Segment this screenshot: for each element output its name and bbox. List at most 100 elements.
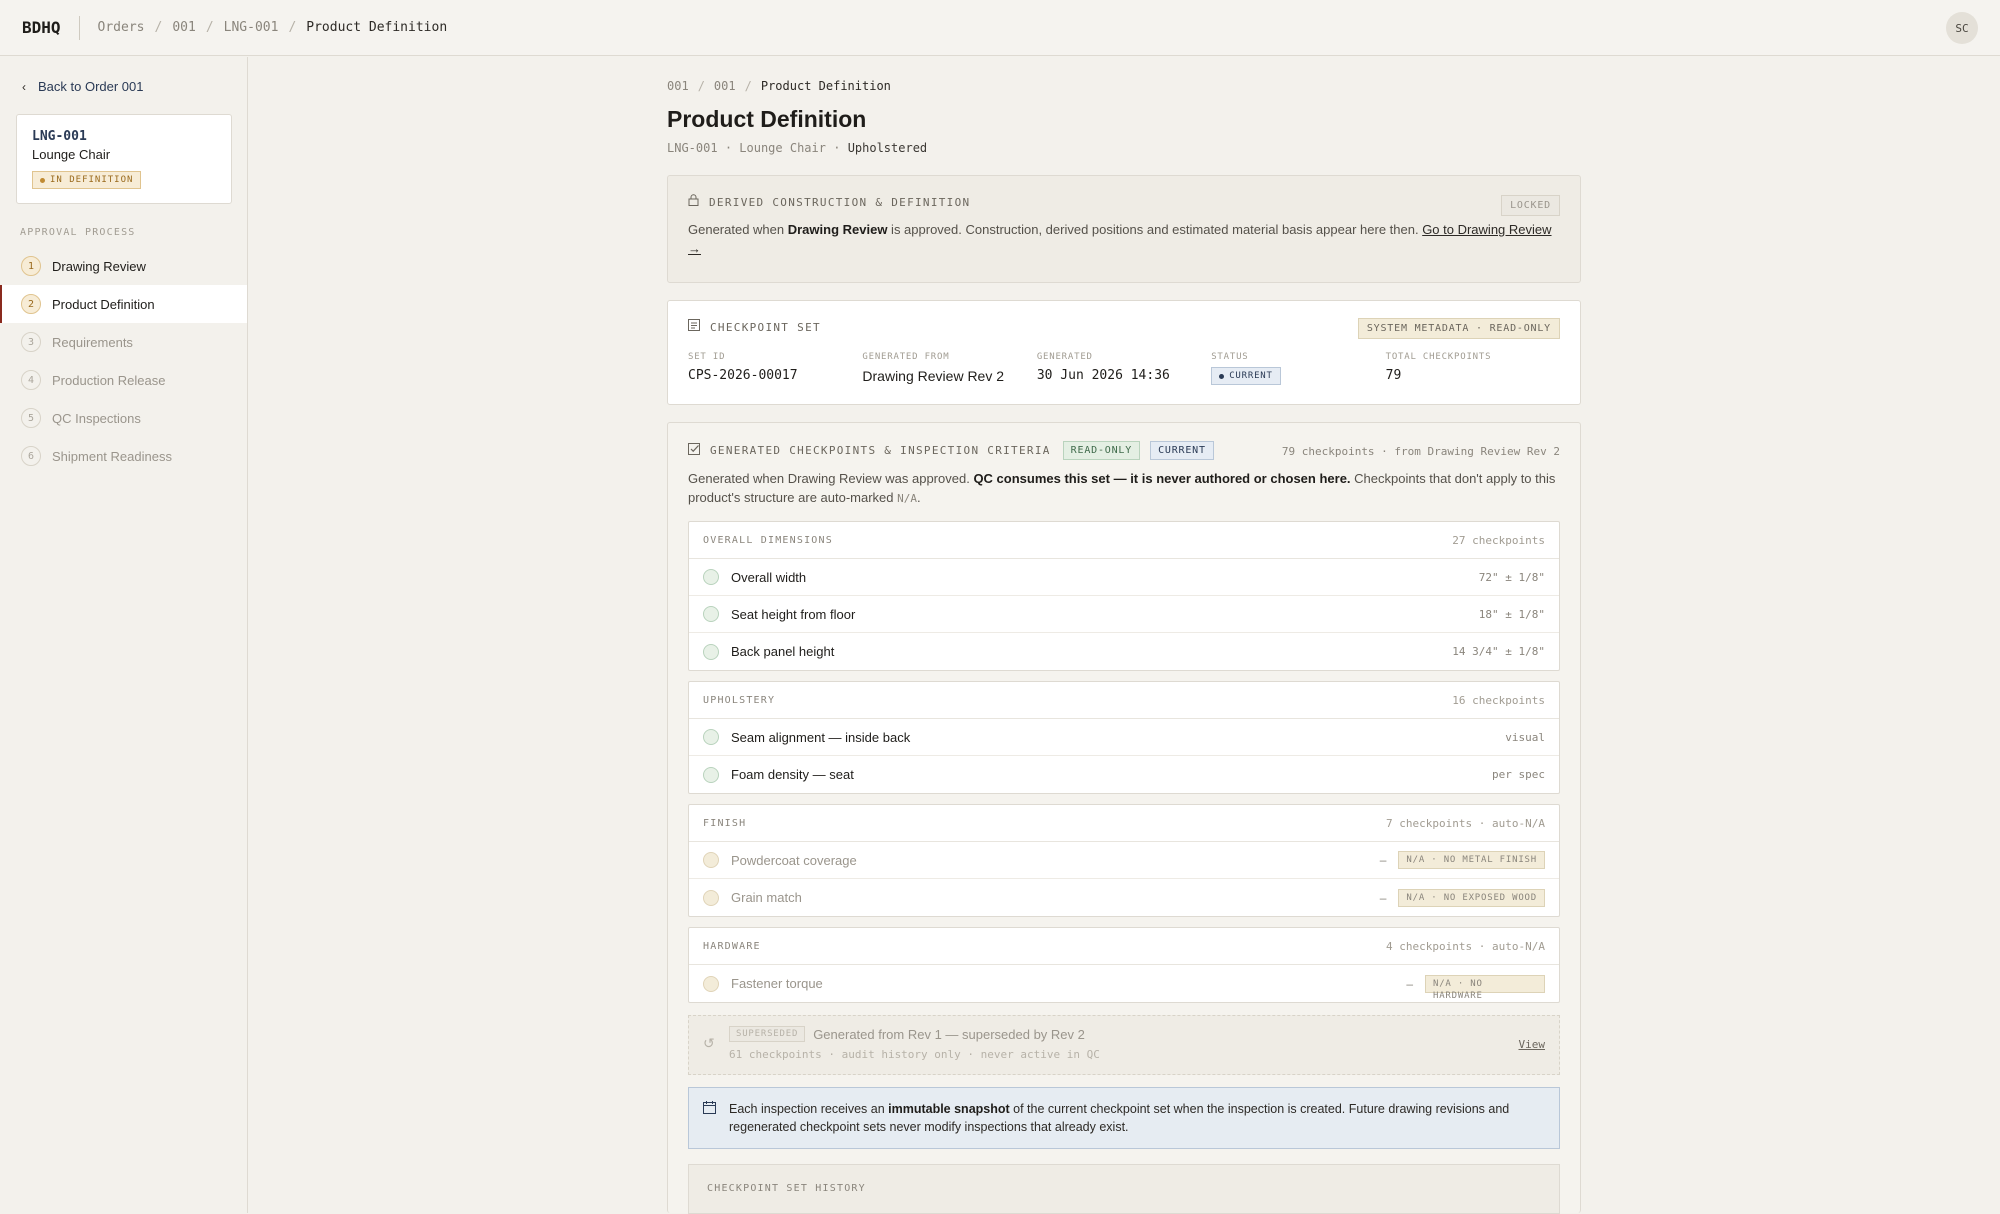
main-content: 001 / 001 / Product Definition Product D…: [667, 57, 1581, 155]
step-product-definition[interactable]: 2 Product Definition: [0, 285, 247, 323]
step-number: 3: [21, 332, 41, 352]
page-crumb-sub[interactable]: 001: [714, 79, 736, 93]
checkpoint-row[interactable]: Seam alignment — inside back visual: [689, 719, 1559, 756]
checkpoint-label: Seam alignment — inside back: [731, 729, 911, 745]
step-label: Production Release: [52, 372, 166, 388]
page-crumb-order[interactable]: 001: [667, 79, 689, 93]
step-number: 6: [21, 446, 41, 466]
status-circle-icon: [703, 643, 719, 660]
lock-icon: [688, 194, 699, 210]
app-logo[interactable]: BDHQ: [22, 15, 80, 40]
meta-total: TOTAL CHECKPOINTS 79: [1386, 352, 1560, 385]
na-circle-icon: [703, 975, 719, 992]
step-shipment-readiness[interactable]: 6 Shipment Readiness: [0, 437, 247, 475]
top-breadcrumb: Orders / 001 / LNG-001 / Product Definit…: [98, 20, 448, 35]
crumb-orders[interactable]: Orders: [98, 20, 145, 35]
derived-header: DERIVED CONSTRUCTION & DEFINITION: [688, 194, 1560, 210]
generated-value: 30 Jun 2026 14:36: [1036, 368, 1170, 383]
sidebar: ‹ Back to Order 001 LNG-001 Lounge Chair…: [0, 57, 248, 1213]
history-icon: ↺: [703, 1035, 715, 1051]
checkpoint-row[interactable]: Overall width 72" ± 1/8": [689, 559, 1559, 596]
status-circle-icon: [703, 729, 719, 745]
checkpoint-label: Overall width: [731, 569, 807, 585]
na-dash: –: [1379, 890, 1387, 905]
checkpoint-spec: 72" ± 1/8": [1478, 570, 1545, 584]
chevron-left-icon: ‹: [22, 79, 26, 94]
status-circle-icon: [703, 606, 719, 622]
superseded-meta: 61 checkpoints · audit history only · ne…: [729, 1048, 1100, 1061]
checkpoint-row-na[interactable]: Grain match – N/A · NO EXPOSED WOOD: [689, 879, 1559, 916]
step-label: Requirements: [52, 334, 133, 350]
checkpoint-set-meta: SET ID CPS-2026-00017 GENERATED FROM Dra…: [688, 352, 1560, 385]
group-overall-dimensions: OVERALL DIMENSIONS 27 checkpoints Overal…: [688, 521, 1560, 671]
crumb-separator: /: [697, 79, 705, 93]
checkpoint-label: Foam density — seat: [731, 767, 854, 782]
crumb-separator: /: [288, 20, 297, 35]
total-value: 79: [1385, 368, 1402, 383]
calendar-icon: [703, 1101, 716, 1119]
step-label: Drawing Review: [52, 258, 146, 274]
user-avatar[interactable]: SC: [1946, 12, 1978, 44]
page-breadcrumb: 001 / 001 / Product Definition: [667, 79, 1581, 93]
group-header[interactable]: HARDWARE 4 checkpoints · auto-N/A: [689, 928, 1559, 965]
step-qc-inspections[interactable]: 5 QC Inspections: [0, 399, 247, 437]
checkpoint-row-na[interactable]: Fastener torque – N/A · NO HARDWARE: [689, 965, 1559, 1002]
group-header[interactable]: FINISH 7 checkpoints · auto-N/A: [689, 805, 1559, 842]
view-superseded-link[interactable]: View: [1519, 1038, 1546, 1051]
step-drawing-review[interactable]: 1 Drawing Review: [0, 247, 247, 285]
checkpoint-row-na[interactable]: Powdercoat coverage – N/A · NO METAL FIN…: [689, 842, 1559, 879]
derived-title: DERIVED CONSTRUCTION & DEFINITION: [709, 195, 971, 209]
generated-checkpoints-panel: GENERATED CHECKPOINTS & INSPECTION CRITE…: [667, 422, 1581, 1214]
status-circle-icon: [703, 569, 719, 585]
checkpoint-spec: 18" ± 1/8": [1478, 607, 1545, 621]
read-only-tag: READ-ONLY: [1062, 441, 1141, 460]
subtitle-type: Upholstered: [847, 141, 928, 155]
item-card: LNG-001 Lounge Chair IN DEFINITION: [16, 114, 232, 204]
checkpoint-spec: per spec: [1492, 768, 1545, 781]
checkpoint-set-history[interactable]: CHECKPOINT SET HISTORY: [688, 1164, 1560, 1214]
na-dash: –: [1379, 853, 1387, 867]
step-label: Product Definition: [52, 296, 155, 312]
crumb-item[interactable]: LNG-001: [224, 20, 279, 35]
history-title: CHECKPOINT SET HISTORY: [707, 1183, 866, 1194]
superseded-tag: SUPERSEDED: [729, 1026, 806, 1042]
current-tag: CURRENT: [1150, 441, 1214, 460]
subtitle-code: LNG-001: [667, 141, 718, 155]
meta-set-id: SET ID CPS-2026-00017: [688, 352, 862, 385]
checkpoint-spec: 14 3/4" ± 1/8": [1452, 645, 1545, 658]
subtitle-sep: ·: [724, 141, 733, 155]
set-id-value: CPS-2026-00017: [688, 368, 798, 383]
status-badge-label: IN DEFINITION: [50, 175, 134, 185]
meta-status: STATUS CURRENT: [1211, 352, 1385, 385]
group-count: 4 checkpoints · auto-N/A: [1386, 939, 1545, 953]
group-hardware: HARDWARE 4 checkpoints · auto-N/A Fasten…: [688, 927, 1560, 1003]
checkpoint-set-panel: CHECKPOINT SET SYSTEM METADATA · READ-ON…: [667, 300, 1581, 405]
crumb-separator: /: [744, 79, 752, 93]
generated-title: GENERATED CHECKPOINTS & INSPECTION CRITE…: [710, 444, 1051, 457]
na-dash: –: [1406, 976, 1413, 991]
meta-generated: GENERATED 30 Jun 2026 14:36: [1037, 352, 1211, 385]
status-dot-icon: [1219, 373, 1225, 379]
checkpoint-label: Fastener torque: [731, 976, 823, 991]
group-header[interactable]: OVERALL DIMENSIONS 27 checkpoints: [689, 522, 1559, 559]
step-requirements[interactable]: 3 Requirements: [0, 323, 247, 361]
crumb-current: Product Definition: [306, 20, 448, 35]
superseded-line: SUPERSEDED Generated from Rev 1 — supers…: [729, 1026, 1545, 1042]
crumb-order[interactable]: 001: [172, 20, 195, 35]
approval-steps: 1 Drawing Review 2 Product Definition 3 …: [0, 247, 247, 475]
list-icon: [688, 319, 700, 335]
checkpoint-row[interactable]: Seat height from floor 18" ± 1/8": [689, 596, 1559, 633]
step-production-release[interactable]: 4 Production Release: [0, 361, 247, 399]
back-to-order-link[interactable]: ‹ Back to Order 001: [22, 79, 144, 94]
group-finish: FINISH 7 checkpoints · auto-N/A Powderco…: [688, 804, 1560, 917]
top-bar: BDHQ Orders / 001 / LNG-001 / Product De…: [0, 0, 2000, 56]
step-label: Shipment Readiness: [52, 448, 172, 464]
group-header[interactable]: UPHOLSTERY 16 checkpoints: [689, 682, 1559, 719]
na-reason-tag: N/A · NO EXPOSED WOOD: [1398, 888, 1545, 907]
checkpoint-row[interactable]: Foam density — seat per spec: [689, 756, 1559, 793]
generated-description: Generated when Drawing Review was approv…: [688, 471, 1556, 505]
na-reason-tag: N/A · NO HARDWARE: [1425, 974, 1545, 1001]
page-title: Product Definition: [667, 106, 867, 132]
checkpoint-row[interactable]: Back panel height 14 3/4" ± 1/8": [689, 633, 1559, 670]
locked-tag: LOCKED: [1501, 195, 1560, 216]
